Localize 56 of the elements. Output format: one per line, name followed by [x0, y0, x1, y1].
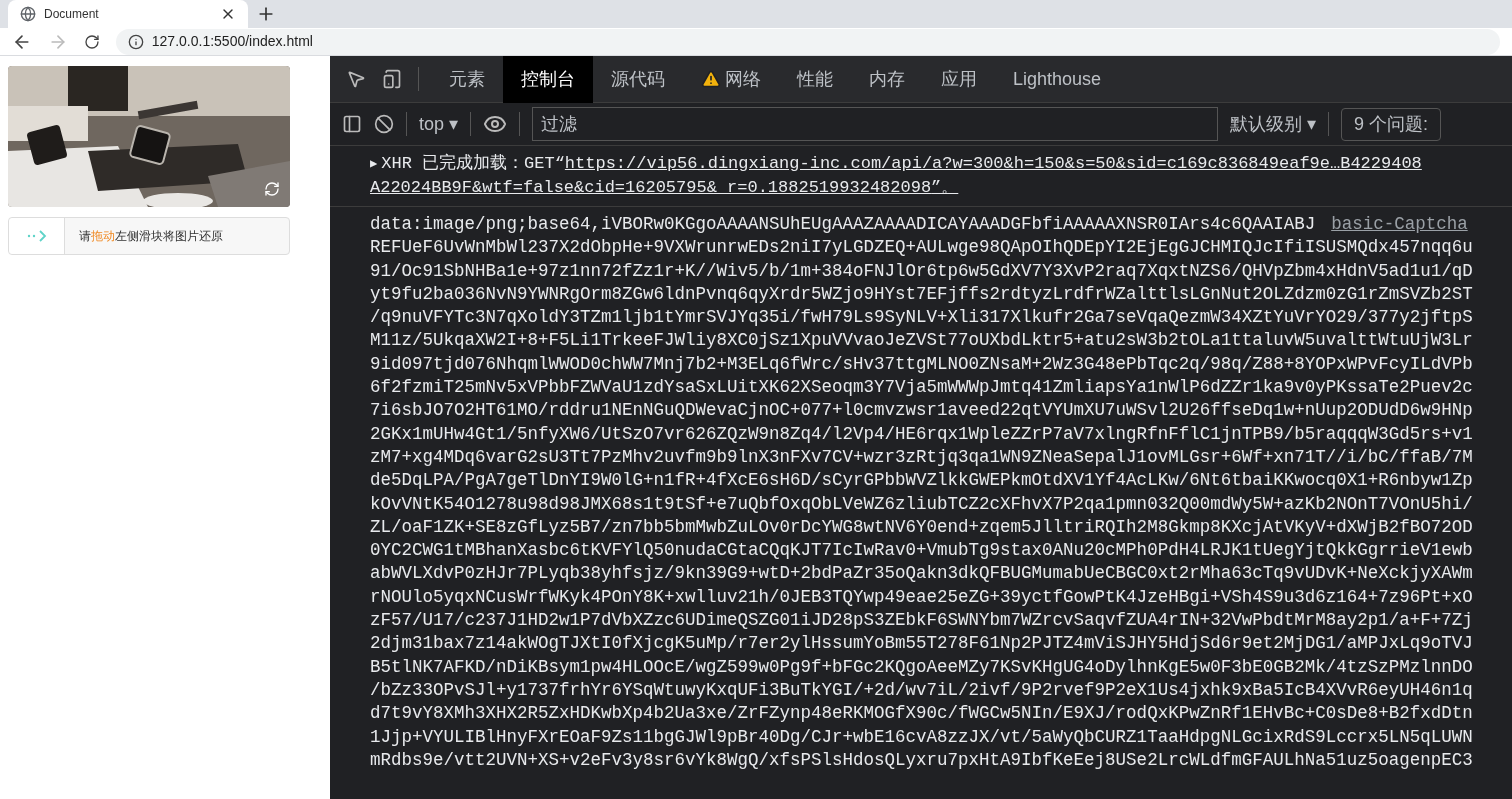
- log-line: d7t9vY8XMh3XHX2R5ZxHDKwbXp4b2Ua3xe/ZrFZynp48eRKMOGfX90c/fWGCw5NIn/E9XJ/rodQxKPwZnRf1EHvBc+C0sDe8+B2fxdDtn: [370, 702, 1473, 726]
- log-line: data:image/png;base64,iVBORw0KGgoAAAANSUhEUgAAAZAAAADICAYAAADGFbfiAAAAAXNSR0IArs4c6QAAIABJ: [370, 213, 1316, 236]
- address-bar[interactable]: 127.0.0.1:5500/index.html: [115, 28, 1500, 55]
- request-link[interactable]: https://vip56.dingxiang-inc.com/api/a?w=300&h=150&s=50&sid=c169c836849eaf9e…B4229408: [564, 152, 1422, 176]
- log-line: mRdbs9e/vtt2UVN+XS+v2eFv3y8sr6vYk8WgQ/xfsPSlsHdosQLyxru7pxHtA9IbfKeEej8USe2LrcWLdfmGFAULhNa51uz5oagenpEC3: [370, 748, 1473, 772]
- xhr-message-end: ”。: [931, 177, 959, 199]
- log-line: rNOUlo5yqxNCusWrfWKyk4POnY8K+xwlluv21h/0JEB3TQYwp49eae25eZG+39yctfGowPtK4JzeHBgi+VSh4S9u3d6z164+7z96Pt+xO: [370, 585, 1473, 609]
- clear-icon[interactable]: [374, 114, 394, 134]
- info-icon: [127, 33, 144, 50]
- devtools-tab[interactable]: 应用: [923, 56, 995, 103]
- level-select[interactable]: 默认级别 ▾: [1230, 110, 1317, 138]
- log-line: yt9fu2ba036NvN9YWNRgOrm8ZGw6ldnPvnq6qyXrdr5WZjo9HYst7EFjffs2rdtyzLrdfrWZalttlsLGnNut2OLZdzm0zG1rZmSVZb2ST: [370, 282, 1473, 306]
- log-line: 0YC2CWG1tMBhanXasbc6tKVFYlQ50nudaCGtaCQqKJT7IcIwRav0+VmubTg9stax0ANu20cMPh0PdH4LRJK1tUegYjtQkkGgrrieV1ewb: [370, 539, 1473, 563]
- log-line: zM7+xg4MDq6varG2sU3Tt7PzMhv2uvfm9b9lnX3nFXv7CV+wzr3zRtjq3qa1WN9ZNeaSepalJ1ovMLGsr+6Wf+xn71T//i/bC/ffaB/7M: [370, 445, 1473, 469]
- log-line: M11z/5UkqaXW2I+8+F5Li1TrkeeFJWliy8XC0jSz1XpuVVvaoJeZVSt77oUXbdLktr5+atu2sW3b2tOLa1ttaluvW5uvalttWtuUjW3Lr: [370, 329, 1473, 353]
- log-line: /bZz33OPvSJl+y1737frhYr6YSqWtuwyKxqUFi3BuTkYGI/+2d/wv7iL/2ivf/9P2rvef9P2eX1Us4jxhk9xBa5IcB4XVvR6eyUH46n1q: [370, 678, 1473, 702]
- browser-tab[interactable]: Document: [8, 0, 248, 28]
- log-line: abWVLXdvP0zHJr7PLyqb38yhfsjz/9kn39G9+wtD+2bdPaZr35oQakn3dkQFBUGMumabUeCBGC0xt2rMha63cTq9vUDvK+NeXckjyXAWm: [370, 562, 1473, 586]
- log-line: 91/Oc91SbNHBa1e+97z1nn72fZz1r+K//Wiv5/b/1m+384oFNJlOr6tp6w5GdXV7Y3XvP2raq7XqxtNZS6/QHVpZbm4xHdnV5ad1u1/qD: [370, 259, 1473, 283]
- sidebar-icon[interactable]: [342, 114, 362, 134]
- log-line: 9id097tjd076NhqmlWWOD0chWW7Mnj7b2+M3ELq6fWrc/sHv37ttgMLNO0ZNsaM+2Wz3G48ePbTqc2q/98q/Z88+8YOPxWPvFcyILdVPb: [370, 352, 1473, 376]
- source-link[interactable]: basic-Captcha: [1331, 213, 1468, 237]
- log-line: kOvVNtK54O1278u98d98JMX68s1t9tSf+e7uQbfOxqObLVeWZ6zliubTCZ2cXFhvX7P2qa1pmn032Q00mdWy5W+azKb2NOnT7VOnU5hi/: [370, 492, 1473, 516]
- tab-title: Document: [44, 6, 100, 23]
- log-line: 2GKx1mUHw4Gt1/5nfyXW6/UtSzO7vr626ZQzW9n8Zq4/l2Vp4/HE6rqx1WpleZZrP7aV7xlngRfnFflC1jnTPB9/b5raqqqW3Gd5rs+v1: [370, 422, 1473, 446]
- reload-icon[interactable]: [83, 33, 100, 50]
- log-line: 2djm31bax7z14akWOgTJXtI0fXjcgK5uMp/r7er2ylHssumYoBm55T278F61Np2PJTZ4mViSJHY5HdjSd6r9et2MjDG1/aMPJxLq9oTVJ: [370, 632, 1473, 656]
- log-line: zF57/U17/c237J1HD2w1P7dVbXZzc6UDimeQSZG01iJD28pS3ZEbkF6SWNYbm7WZrcvSaqvfZUA4rIN+32VwPbdtMrM8ay2p1/a+F+7Zj: [370, 609, 1473, 633]
- refresh-icon[interactable]: [264, 181, 280, 197]
- globe-icon: [20, 6, 36, 22]
- log-line: 6f2fzmiT25mNv5xVPbbFZWVaU1zdYsaSxLUitXK62XSeoqm3Y7Vja5mWWWpJmtq41ZmliapsYa1nWlP6dZZr1ka9v0yPKssaTe2Puev2c: [370, 376, 1473, 400]
- filter-field[interactable]: 过滤: [532, 107, 1219, 141]
- xhr-message: XHR 已完成加载：GET“: [381, 152, 565, 175]
- log-line: /q9nuVFYTc3N7qXoldY3TZm1ljb1tYmrSVJYq35i/fwH79Ls9SyNLV+Xli317Xlkufr2Ga7seVqaQezmW34XZtYuVrYO29/377y2jftpS: [370, 306, 1473, 330]
- log-line: REFUeF6UvWnMbWl237X2dObpHe+9VXWrunrwEDs2niI7yLGDZEQ+AULwge98QApOIhQDEpYI2EjEgGJCHMIQJcIfiISUSMQdx457nqq6u: [370, 236, 1473, 260]
- log-line: ZL/oaF1ZK+SE8zGfLyz5B7/zn7bb5bmMwbZuLOv0rDcYWG8wtNV6Y0end+zqem5JlltriRQIh2M8Gkmp8KXcjAtVKyV+dXWjB2fBO72OD: [370, 515, 1473, 539]
- log-line: B5tlNK7AFKD/nDiKBsym1pw4HLOOcE/wgZ599w0Pg9f+bFGc2KQgoAeeMZy7KSvKHgUG4oDylhnKgE5w0F3bE0GB2Mk/4tzSzPMzlnnDO: [370, 655, 1473, 679]
- slider-handle[interactable]: [9, 218, 65, 254]
- context-select[interactable]: top ▾: [419, 110, 459, 138]
- url-text: 127.0.0.1:5500/index.html: [151, 32, 313, 51]
- devtools-tab[interactable]: 网络: [683, 56, 779, 103]
- log-line: de5DqLPA/PgA7geTlDnYI9W0lG+n1fR+4fXcE6sH6D/sCyrGPbbWVZlkkGWEPkmOtdXV1Yf4AcLKw/6Nt6tbaiKKwocq0X1+R6nbyw1Zp: [370, 469, 1473, 493]
- expand-arrow[interactable]: ▶: [370, 152, 378, 176]
- devtools-tab[interactable]: 源代码: [593, 56, 683, 103]
- devtools-tab[interactable]: Lighthouse: [995, 56, 1120, 103]
- device-icon[interactable]: [382, 69, 402, 89]
- issues-button[interactable]: 9 个问题:: [1341, 107, 1442, 141]
- inspect-icon[interactable]: [346, 69, 366, 89]
- slider-hint: 请拖动左侧滑块将图片还原: [79, 228, 223, 245]
- devtools-tab[interactable]: 内存: [851, 56, 923, 103]
- request-link[interactable]: A22024BB9F&wtf=false&cid=16205795&_r=0.1882519932482098: [370, 176, 932, 200]
- log-line: 7i6sbJO7O2HT61MO/rddru1NEnNGuQDWevaCjnOC+077+l0cmvzwsr1aveed22qtVYUmXU7uWSvl2U26ffseDq1w+nUup2ODUdD6w9HNp: [370, 399, 1473, 423]
- devtools-tab[interactable]: 性能: [779, 56, 851, 103]
- devtools-tab[interactable]: 元素: [431, 56, 503, 103]
- devtools-tab[interactable]: 控制台: [503, 56, 593, 103]
- log-line: 1Jjp+VYULIBlHnyFXrEOaF9Zs11bgGJWl9pBr40Dg/CJr+wbE16cvA8zzJX/vt/5aWyQbCURZ1TaaHdpgNLGcixRdS9Lccrx5LN5qLUWN: [370, 725, 1473, 749]
